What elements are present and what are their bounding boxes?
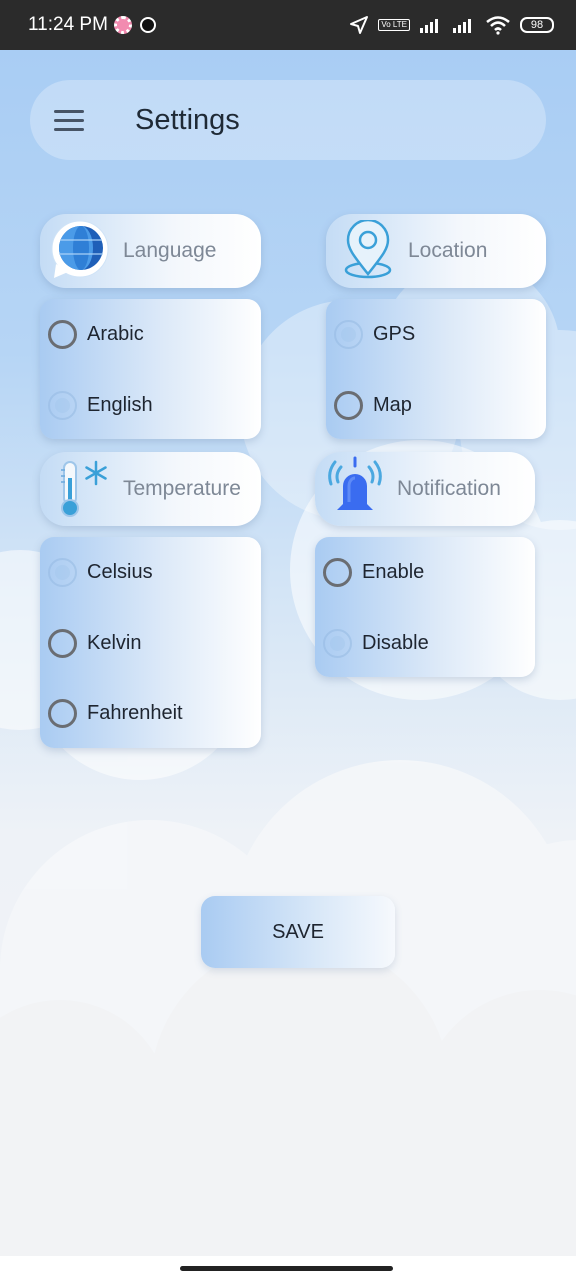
- option-label: Disable: [362, 631, 429, 654]
- language-section-header: Language: [40, 214, 261, 288]
- signal-icon: [453, 19, 471, 33]
- radio-unselected[interactable]: [48, 319, 77, 349]
- radio-selected[interactable]: [48, 557, 77, 587]
- temperature-option-fahrenheit[interactable]: Fahrenheit: [48, 693, 183, 733]
- language-option-english[interactable]: English: [48, 385, 153, 425]
- location-options-card: GPS Map: [326, 299, 546, 439]
- radio-unselected[interactable]: [48, 628, 77, 658]
- location-section-header: Location: [326, 214, 546, 288]
- language-options-card: Arabic English: [40, 299, 261, 439]
- radio-unselected[interactable]: [334, 390, 363, 420]
- option-label: Enable: [362, 560, 425, 583]
- radio-selected[interactable]: [334, 319, 363, 349]
- signal-icon: [420, 19, 438, 33]
- battery-icon: 98: [520, 17, 554, 33]
- option-label: Map: [373, 393, 412, 416]
- location-arrow-icon: [350, 16, 369, 34]
- temperature-option-kelvin[interactable]: Kelvin: [48, 623, 141, 663]
- status-bar: 11:24 PM Vo LTE 98: [0, 0, 576, 50]
- notification-option-enable[interactable]: Enable: [323, 552, 424, 592]
- temperature-label: Temperature: [123, 477, 241, 500]
- option-label: Fahrenheit: [87, 701, 183, 724]
- location-label: Location: [408, 239, 488, 262]
- notification-section-header: Notification: [315, 452, 535, 526]
- volte-icon: Vo LTE: [378, 19, 410, 31]
- status-time: 11:24 PM: [28, 14, 108, 35]
- language-option-arabic[interactable]: Arabic: [48, 314, 144, 354]
- notification-label: Notification: [397, 477, 501, 500]
- notification-option-disable[interactable]: Disable: [323, 623, 429, 663]
- temperature-option-celsius[interactable]: Celsius: [48, 552, 153, 592]
- location-option-map[interactable]: Map: [334, 385, 412, 425]
- radio-selected[interactable]: [323, 628, 352, 658]
- home-indicator[interactable]: [180, 1266, 393, 1271]
- option-label: GPS: [373, 322, 416, 345]
- option-label: Kelvin: [87, 631, 142, 654]
- thermometer-snowflake-icon: [61, 460, 107, 517]
- hamburger-menu-icon[interactable]: [54, 110, 84, 132]
- radio-unselected[interactable]: [323, 557, 352, 587]
- navigation-bar: [0, 1256, 576, 1280]
- location-option-gps[interactable]: GPS: [334, 314, 415, 354]
- option-label: Arabic: [87, 322, 144, 345]
- app-header: Settings: [30, 80, 546, 160]
- option-label: English: [87, 393, 153, 416]
- map-pin-icon: [344, 220, 392, 279]
- language-label: Language: [123, 239, 217, 262]
- notification-options-card: Enable Disable: [315, 537, 535, 677]
- page-title: Settings: [135, 104, 240, 136]
- radio-selected[interactable]: [48, 390, 77, 420]
- save-button[interactable]: SAVE: [201, 896, 395, 968]
- temperature-options-card: Celsius Kelvin Fahrenheit: [40, 537, 261, 748]
- radio-unselected[interactable]: [48, 698, 77, 728]
- globe-chat-icon: [51, 220, 109, 278]
- option-label: Celsius: [87, 560, 153, 583]
- wifi-icon: [486, 16, 510, 35]
- notification-app-icon: [113, 16, 132, 34]
- temperature-section-header: Temperature: [40, 452, 261, 526]
- notification-m-icon: [139, 17, 156, 33]
- bell-ringing-icon: [328, 456, 382, 510]
